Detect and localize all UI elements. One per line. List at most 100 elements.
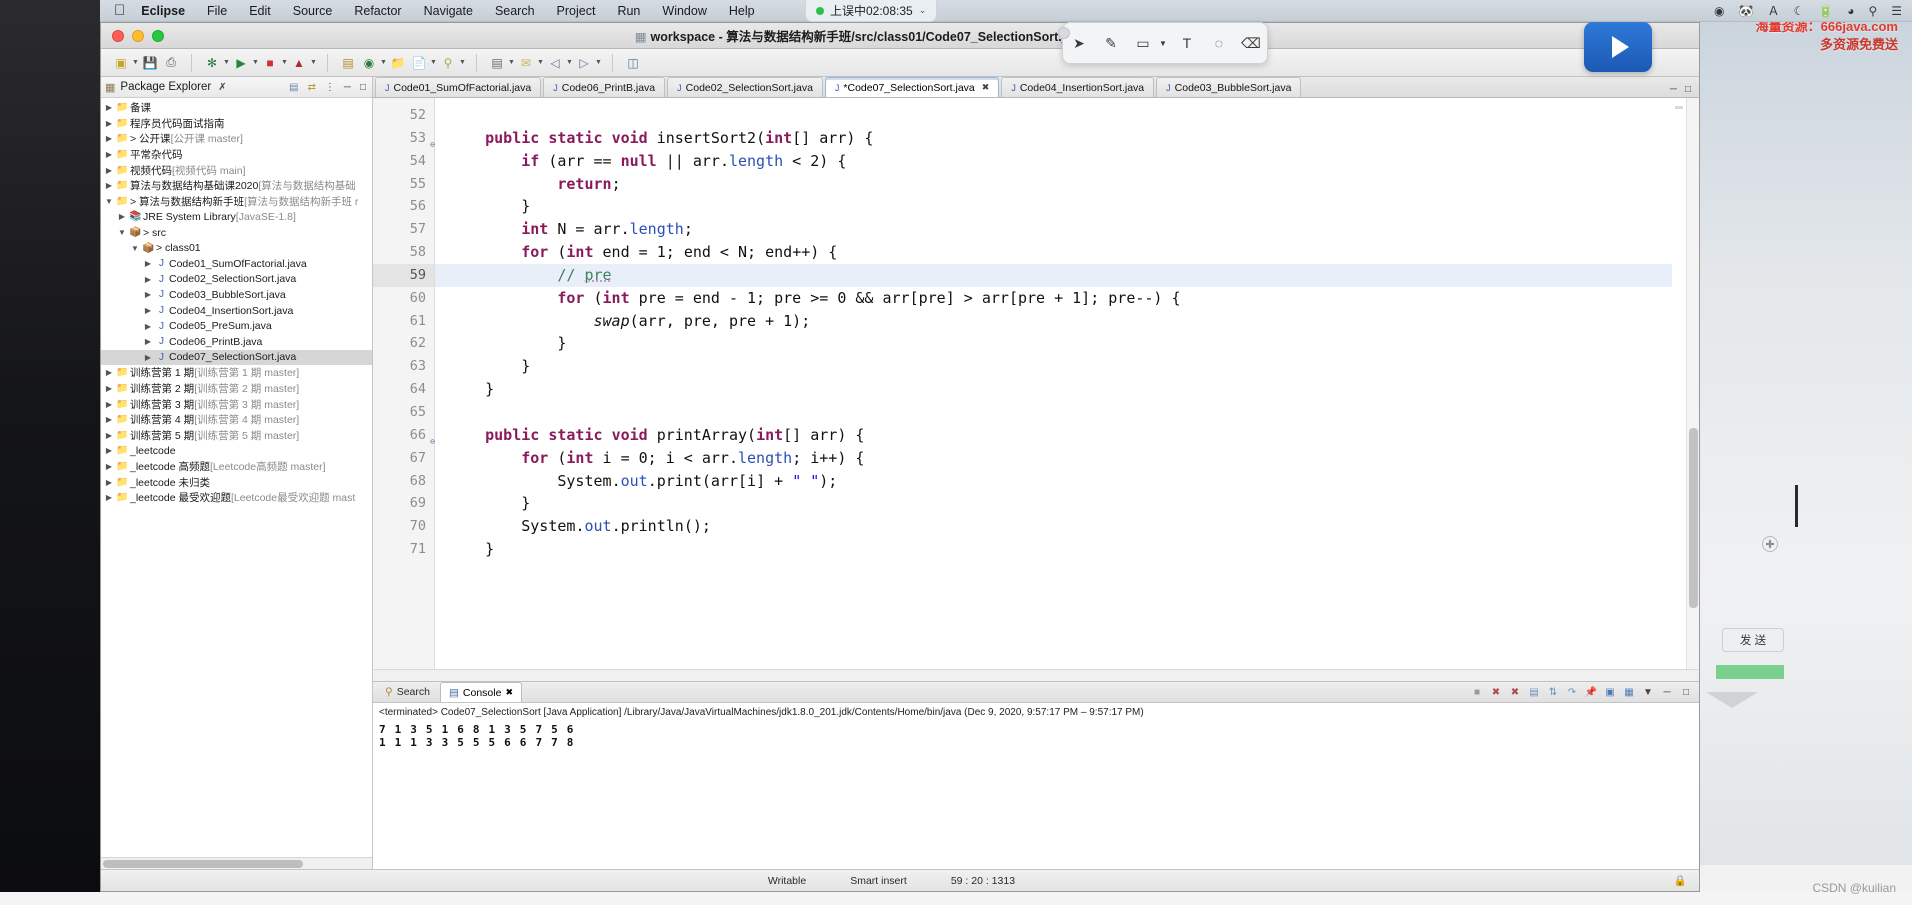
editor-horizontal-scrollbar[interactable] [373,669,1699,681]
minimize-view-icon[interactable]: ─ [1660,685,1674,699]
menu-item-file[interactable]: File [207,4,227,18]
remove-launch-icon[interactable]: ✖ [1489,685,1503,699]
tab-console[interactable]: ▤ Console ✖ [439,682,522,702]
tree-item[interactable]: ▶ 📁 训练营第 2 期 [训练营第 2 期 master] [101,381,372,397]
twisty-collapsed-icon[interactable]: ▶ [103,431,115,440]
annotation-handle[interactable] [1058,27,1070,39]
chevron-down-icon[interactable]: ▼ [252,59,259,66]
view-menu-dots-icon[interactable]: ⋮ [323,82,337,93]
cursor-tool-icon[interactable]: ➤ [1067,31,1091,55]
twisty-collapsed-icon[interactable]: ▶ [103,150,115,159]
text-tool-icon[interactable]: T [1175,31,1199,55]
clear-console-icon[interactable]: ▤ [1527,685,1541,699]
twisty-collapsed-icon[interactable]: ▶ [103,384,115,393]
chevron-down-icon[interactable]: ⌄ [919,5,927,16]
back-icon[interactable]: ◁ [545,53,565,73]
tree-item[interactable]: ▼ 📦 > class01 [101,240,372,256]
view-menu-icon[interactable]: ▼ [1641,685,1655,699]
eraser-tool-icon[interactable]: ◌ [1207,31,1231,55]
scrollbar-thumb[interactable] [103,860,303,868]
add-circle-icon[interactable]: ✚ [1762,536,1778,552]
tree-item[interactable]: ▶ 📁 平常杂代码 [101,147,372,163]
twisty-expanded-icon[interactable]: ▼ [129,244,141,253]
tree-item[interactable]: ▶ 📁 _leetcode 最受欢迎题 [Leetcode最受欢迎题 mast [101,490,372,506]
tree-item[interactable]: ▶ 📁 > 公开课 [公开课 master] [101,131,372,147]
editor-tab[interactable]: J Code06_PrintB.java [543,77,666,97]
external-tools-icon[interactable]: ▲ [289,53,309,73]
tree-item[interactable]: ▶ J Code04_InsertionSort.java [101,303,372,319]
open-perspective-icon[interactable]: ◫ [623,53,643,73]
lock-icon[interactable]: 🔒 [1674,874,1687,887]
obs-icon[interactable]: ◉ [1714,4,1724,18]
wifi-icon[interactable]: ◕ [1847,4,1854,18]
tree-item[interactable]: ▶ J Code06_PrintB.java [101,334,372,350]
tree-item[interactable]: ▶ J Code01_SumOfFactorial.java [101,256,372,272]
twisty-collapsed-icon[interactable]: ▶ [142,259,154,268]
code-line[interactable]: } [435,538,1699,561]
chevron-down-icon[interactable]: ▼ [508,59,515,66]
tree-item[interactable]: ▼ 📁 > 算法与数据结构新手班 [算法与数据结构新手班 r [101,194,372,210]
twisty-collapsed-icon[interactable]: ▶ [103,415,115,424]
maximize-view-icon[interactable]: □ [1679,685,1693,699]
tree-item[interactable]: ▶ 📁 视频代码 [视频代码 main] [101,162,372,178]
code-line[interactable] [435,104,1699,127]
pin-console-icon[interactable]: 📌 [1584,685,1598,699]
editor-tab[interactable]: J Code02_SelectionSort.java [667,77,823,97]
tree-item[interactable]: ▶ 📁 训练营第 5 期 [训练营第 5 期 master] [101,427,372,443]
twisty-expanded-icon[interactable]: ▼ [116,228,128,237]
menu-item-window[interactable]: Window [662,4,706,18]
code-line[interactable]: public static void insertSort2(int[] arr… [435,127,1699,150]
word-wrap-icon[interactable]: ↷ [1565,685,1579,699]
battery-charging-icon[interactable]: 🔋 [1818,4,1833,18]
editor-tab-bar[interactable]: J Code01_SumOfFactorial.java J Code06_Print… [373,77,1699,98]
twisty-collapsed-icon[interactable]: ▶ [142,322,154,331]
close-window-button[interactable] [112,29,124,42]
code-line[interactable]: swap(arr, pre, pre + 1); [435,310,1699,333]
tree-item[interactable]: ▶ 📁 _leetcode [101,443,372,459]
tree-item[interactable]: ▶ 📚 JRE System Library [JavaSE-1.8] [101,209,372,225]
send-button[interactable]: 发 送 [1722,628,1784,652]
menu-item-refactor[interactable]: Refactor [354,4,401,18]
shape-tool-icon[interactable]: ▭ [1131,31,1155,55]
remove-all-terminated-icon[interactable]: ✖ [1508,685,1522,699]
maximize-window-button[interactable] [152,29,164,42]
highlight-tool-icon[interactable]: ✎ [1099,31,1123,55]
close-icon[interactable]: ✖ [982,82,990,93]
tree-item[interactable]: ▶ 📁 算法与数据结构基础课2020 [算法与数据结构基础 [101,178,372,194]
evernote-icon[interactable]: 🐼 [1739,4,1754,18]
chevron-down-icon[interactable]: ▼ [537,59,544,66]
menu-item-source[interactable]: Source [293,4,333,18]
editor-code-area[interactable]: public static void insertSort2(int[] arr… [435,98,1699,669]
editor-tab[interactable]: J Code03_BubbleSort.java [1156,77,1302,97]
code-line[interactable]: System.out.print(arr[i] + " "); [435,470,1699,493]
console-output[interactable]: <terminated> Code07_SelectionSort [Java … [373,703,1699,869]
close-icon[interactable]: ✖ [505,687,513,698]
chevron-down-icon[interactable]: ▼ [1159,39,1167,48]
chevron-down-icon[interactable]: ▼ [132,59,139,66]
scroll-lock-icon[interactable]: ⇅ [1546,685,1560,699]
run-icon[interactable]: ▶ [231,53,251,73]
code-line[interactable]: public static void printArray(int[] arr)… [435,424,1699,447]
tree-item[interactable]: ▶ 📁 备课 [101,100,372,116]
twisty-collapsed-icon[interactable]: ▶ [103,493,115,502]
twisty-collapsed-icon[interactable]: ▶ [142,353,154,362]
code-line[interactable]: } [435,195,1699,218]
code-line[interactable]: return; [435,173,1699,196]
tab-search[interactable]: ⚲ Search [377,682,438,702]
code-line[interactable]: for (int end = 1; end < N; end++) { [435,241,1699,264]
code-line[interactable]: System.out.println(); [435,515,1699,538]
code-line[interactable]: } [435,492,1699,515]
menu-item-eclipse[interactable]: Eclipse [141,4,185,18]
collapse-all-icon[interactable]: ▤ [287,82,300,93]
console-tab-bar[interactable]: ⚲ Search ▤ Console ✖ ■ ✖ ✖ ▤ ⇅ ↷ 📌 ▣ ▦ ▼… [373,682,1699,703]
editor-tab[interactable]: J *Code07_SelectionSort.java ✖ [824,77,1000,97]
menu-item-help[interactable]: Help [729,4,755,18]
twisty-collapsed-icon[interactable]: ▶ [103,103,115,112]
tree-item[interactable]: ▶ J Code07_SelectionSort.java [101,349,372,366]
twisty-collapsed-icon[interactable]: ▶ [103,119,115,128]
twisty-collapsed-icon[interactable]: ▶ [103,446,115,455]
save-icon[interactable]: 💾 [140,53,160,73]
twisty-collapsed-icon[interactable]: ▶ [142,306,154,315]
debug-icon[interactable]: ✻ [202,53,222,73]
keyboard-input-icon[interactable]: Ａ [1767,2,1779,19]
